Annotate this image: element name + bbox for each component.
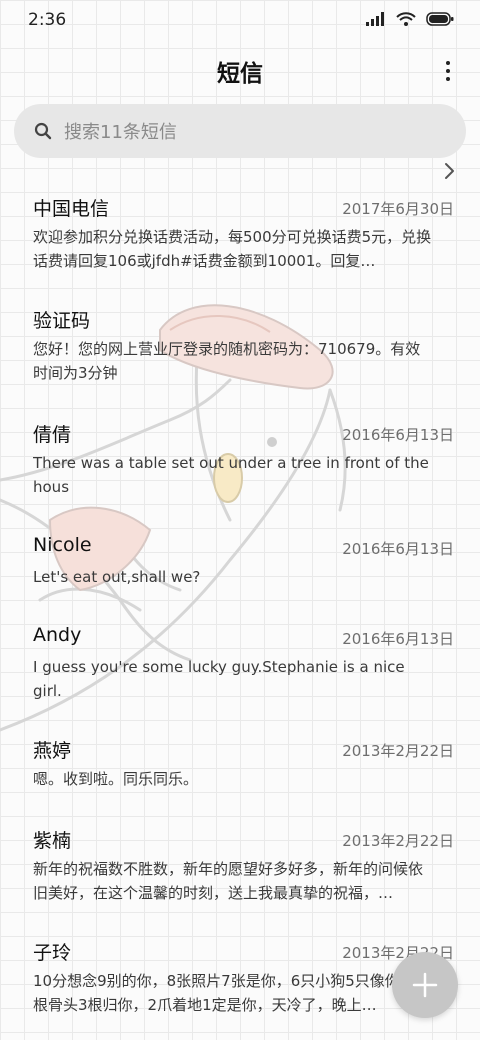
- conversation-item[interactable]: 验证码 您好！您的网上营业厅登录的随机密码为：710679。有效时间为3分钟: [0, 288, 480, 402]
- contact-name: Nicole: [33, 534, 92, 556]
- message-preview: 欢迎参加积分兑换话费活动，每500分可兑换话费5元，兑换话费请回复106或jfd…: [33, 228, 432, 270]
- conversation-item[interactable]: Nicole 2016年6月13日 Let's eat out,shall we…: [0, 516, 480, 606]
- message-date: 2016年6月13日: [342, 540, 454, 558]
- message-date: 2013年2月22日: [342, 832, 454, 850]
- contact-name: 紫楠: [33, 830, 72, 852]
- conversation-item[interactable]: Andy 2016年6月13日 I guess you're some luck…: [0, 606, 480, 718]
- message-preview: Let's eat out,shall we?: [33, 568, 201, 586]
- status-icons: [366, 12, 454, 26]
- new-message-button[interactable]: [392, 952, 458, 1018]
- message-date: 2016年6月13日: [342, 426, 454, 444]
- more-options-button[interactable]: [438, 56, 458, 86]
- search-input[interactable]: 搜索11条短信: [64, 118, 177, 144]
- message-date: 2016年6月13日: [342, 630, 454, 648]
- contact-name: 倩倩: [33, 424, 72, 446]
- conversation-item[interactable]: 燕婷 2013年2月22日 嗯。收到啦。同乐同乐。: [0, 718, 480, 808]
- message-preview: 您好！您的网上营业厅登录的随机密码为：710679。有效时间为3分钟: [33, 340, 421, 382]
- page-title: 短信: [217, 61, 263, 87]
- message-preview: 嗯。收到啦。同乐同乐。: [33, 770, 199, 788]
- signal-icon: [366, 12, 384, 26]
- search-bar[interactable]: 搜索11条短信: [14, 104, 466, 158]
- status-bar: 2:36: [0, 0, 480, 40]
- message-preview: I guess you're some lucky guy.Stephanie …: [33, 658, 405, 700]
- message-date: 2017年6月30日: [342, 200, 454, 218]
- message-preview: There was a table set out under a tree i…: [33, 454, 429, 496]
- message-date: 2013年2月22日: [342, 742, 454, 760]
- conversation-item[interactable]: 中国电信 2017年6月30日 欢迎参加积分兑换话费活动，每500分可兑换话费5…: [0, 176, 480, 288]
- more-vert-icon: [446, 61, 450, 65]
- battery-icon: [426, 12, 454, 26]
- contact-name: Andy: [33, 624, 82, 646]
- contact-name: 中国电信: [33, 198, 110, 220]
- contact-name: 燕婷: [33, 740, 72, 762]
- conversation-item[interactable]: 紫楠 2013年2月22日 新年的祝福数不胜数，新年的愿望好多好多，新年的问候依…: [0, 808, 480, 920]
- status-time: 2:36: [28, 10, 67, 30]
- search-icon: [34, 122, 52, 140]
- plus-icon: [412, 972, 438, 998]
- contact-name: 子玲: [33, 942, 72, 964]
- app-header: 短信: [0, 48, 480, 94]
- contact-name: 验证码: [33, 310, 91, 332]
- conversation-item[interactable]: 倩倩 2016年6月13日 There was a table set out …: [0, 402, 480, 516]
- message-preview: 新年的祝福数不胜数，新年的愿望好多好多，新年的问候依旧美好，在这个温馨的时刻，送…: [33, 860, 424, 902]
- message-preview: 10分想念9别的你，8张照片7张是你，6只小狗5只像你，4根骨头3根归你，2爪着…: [33, 972, 425, 1014]
- chevron-right-icon[interactable]: [444, 162, 456, 180]
- wifi-icon: [396, 12, 416, 26]
